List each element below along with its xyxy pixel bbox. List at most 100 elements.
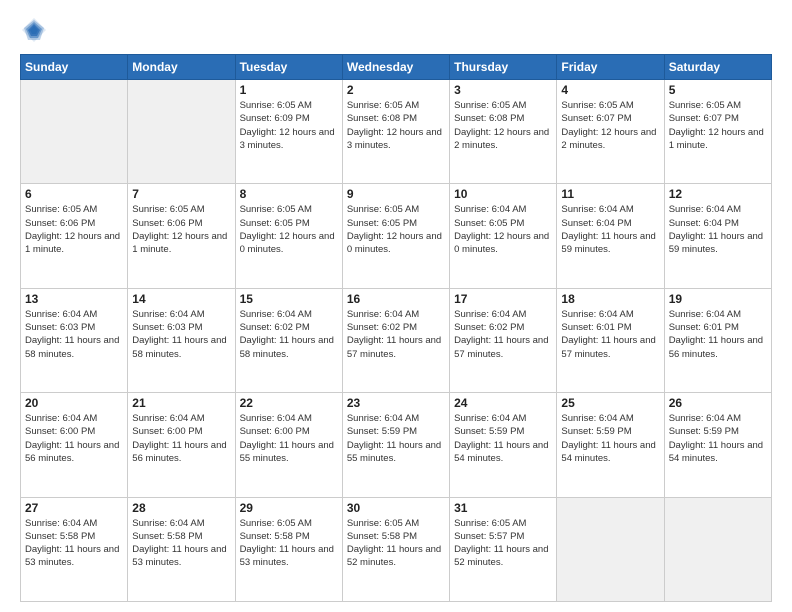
day-number: 24 — [454, 396, 552, 410]
day-info: Sunrise: 6:05 AM Sunset: 6:09 PM Dayligh… — [240, 99, 338, 152]
day-cell: 3 Sunrise: 6:05 AM Sunset: 6:08 PM Daylig… — [450, 80, 557, 184]
day-cell: 4 Sunrise: 6:05 AM Sunset: 6:07 PM Daylig… — [557, 80, 664, 184]
day-cell: 26 Sunrise: 6:04 AM Sunset: 5:59 PM Dayli… — [664, 393, 771, 497]
day-cell: 1 Sunrise: 6:05 AM Sunset: 6:09 PM Daylig… — [235, 80, 342, 184]
day-number: 14 — [132, 292, 230, 306]
day-cell: 8 Sunrise: 6:05 AM Sunset: 6:05 PM Daylig… — [235, 184, 342, 288]
day-number: 7 — [132, 187, 230, 201]
day-info: Sunrise: 6:05 AM Sunset: 5:58 PM Dayligh… — [347, 517, 445, 570]
page: SundayMondayTuesdayWednesdayThursdayFrid… — [0, 0, 792, 612]
day-info: Sunrise: 6:04 AM Sunset: 6:03 PM Dayligh… — [25, 308, 123, 361]
day-info: Sunrise: 6:04 AM Sunset: 6:04 PM Dayligh… — [669, 203, 767, 256]
day-cell: 7 Sunrise: 6:05 AM Sunset: 6:06 PM Daylig… — [128, 184, 235, 288]
day-info: Sunrise: 6:05 AM Sunset: 6:07 PM Dayligh… — [669, 99, 767, 152]
day-info: Sunrise: 6:04 AM Sunset: 6:02 PM Dayligh… — [347, 308, 445, 361]
weekday-header-tuesday: Tuesday — [235, 55, 342, 80]
day-number: 26 — [669, 396, 767, 410]
day-number: 2 — [347, 83, 445, 97]
day-info: Sunrise: 6:04 AM Sunset: 6:01 PM Dayligh… — [669, 308, 767, 361]
weekday-header-saturday: Saturday — [664, 55, 771, 80]
day-info: Sunrise: 6:05 AM Sunset: 5:57 PM Dayligh… — [454, 517, 552, 570]
day-info: Sunrise: 6:04 AM Sunset: 5:58 PM Dayligh… — [25, 517, 123, 570]
day-cell: 14 Sunrise: 6:04 AM Sunset: 6:03 PM Dayli… — [128, 288, 235, 392]
day-number: 8 — [240, 187, 338, 201]
day-info: Sunrise: 6:05 AM Sunset: 6:06 PM Dayligh… — [25, 203, 123, 256]
day-cell: 15 Sunrise: 6:04 AM Sunset: 6:02 PM Dayli… — [235, 288, 342, 392]
week-row-3: 13 Sunrise: 6:04 AM Sunset: 6:03 PM Dayli… — [21, 288, 772, 392]
day-number: 20 — [25, 396, 123, 410]
day-cell: 30 Sunrise: 6:05 AM Sunset: 5:58 PM Dayli… — [342, 497, 449, 601]
day-number: 11 — [561, 187, 659, 201]
week-row-4: 20 Sunrise: 6:04 AM Sunset: 6:00 PM Dayli… — [21, 393, 772, 497]
day-cell: 19Sunrise: 6:04 AM Sunset: 6:01 PM Dayli… — [664, 288, 771, 392]
day-info: Sunrise: 6:05 AM Sunset: 6:05 PM Dayligh… — [240, 203, 338, 256]
weekday-header-friday: Friday — [557, 55, 664, 80]
day-info: Sunrise: 6:05 AM Sunset: 5:58 PM Dayligh… — [240, 517, 338, 570]
day-number: 31 — [454, 501, 552, 515]
day-number: 13 — [25, 292, 123, 306]
day-cell: 18 Sunrise: 6:04 AM Sunset: 6:01 PM Dayli… — [557, 288, 664, 392]
day-cell — [664, 497, 771, 601]
day-number: 22 — [240, 396, 338, 410]
day-number: 4 — [561, 83, 659, 97]
day-number: 18 — [561, 292, 659, 306]
week-row-5: 27 Sunrise: 6:04 AM Sunset: 5:58 PM Dayli… — [21, 497, 772, 601]
day-info: Sunrise: 6:04 AM Sunset: 6:02 PM Dayligh… — [240, 308, 338, 361]
day-info: Sunrise: 6:04 AM Sunset: 5:59 PM Dayligh… — [454, 412, 552, 465]
day-number: 6 — [25, 187, 123, 201]
week-row-1: 1 Sunrise: 6:05 AM Sunset: 6:09 PM Daylig… — [21, 80, 772, 184]
day-cell: 24 Sunrise: 6:04 AM Sunset: 5:59 PM Dayli… — [450, 393, 557, 497]
day-number: 1 — [240, 83, 338, 97]
day-cell: 20 Sunrise: 6:04 AM Sunset: 6:00 PM Dayli… — [21, 393, 128, 497]
day-cell: 29 Sunrise: 6:05 AM Sunset: 5:58 PM Dayli… — [235, 497, 342, 601]
day-cell: 2 Sunrise: 6:05 AM Sunset: 6:08 PM Daylig… — [342, 80, 449, 184]
day-info: Sunrise: 6:05 AM Sunset: 6:07 PM Dayligh… — [561, 99, 659, 152]
day-info: Sunrise: 6:04 AM Sunset: 5:59 PM Dayligh… — [347, 412, 445, 465]
day-cell: 6 Sunrise: 6:05 AM Sunset: 6:06 PM Daylig… — [21, 184, 128, 288]
day-info: Sunrise: 6:04 AM Sunset: 5:58 PM Dayligh… — [132, 517, 230, 570]
day-number: 29 — [240, 501, 338, 515]
day-number: 15 — [240, 292, 338, 306]
day-cell — [21, 80, 128, 184]
day-info: Sunrise: 6:04 AM Sunset: 5:59 PM Dayligh… — [561, 412, 659, 465]
day-info: Sunrise: 6:04 AM Sunset: 6:03 PM Dayligh… — [132, 308, 230, 361]
day-cell: 13 Sunrise: 6:04 AM Sunset: 6:03 PM Dayli… — [21, 288, 128, 392]
day-number: 27 — [25, 501, 123, 515]
weekday-header-row: SundayMondayTuesdayWednesdayThursdayFrid… — [21, 55, 772, 80]
day-cell: 17 Sunrise: 6:04 AM Sunset: 6:02 PM Dayli… — [450, 288, 557, 392]
day-cell: 31 Sunrise: 6:05 AM Sunset: 5:57 PM Dayli… — [450, 497, 557, 601]
day-cell: 5 Sunrise: 6:05 AM Sunset: 6:07 PM Daylig… — [664, 80, 771, 184]
day-info: Sunrise: 6:05 AM Sunset: 6:08 PM Dayligh… — [454, 99, 552, 152]
day-info: Sunrise: 6:05 AM Sunset: 6:05 PM Dayligh… — [347, 203, 445, 256]
day-cell: 21Sunrise: 6:04 AM Sunset: 6:00 PM Dayli… — [128, 393, 235, 497]
day-cell: 16Sunrise: 6:04 AM Sunset: 6:02 PM Dayli… — [342, 288, 449, 392]
day-number: 5 — [669, 83, 767, 97]
day-number: 28 — [132, 501, 230, 515]
day-cell: 12 Sunrise: 6:04 AM Sunset: 6:04 PM Dayli… — [664, 184, 771, 288]
day-info: Sunrise: 6:04 AM Sunset: 6:00 PM Dayligh… — [240, 412, 338, 465]
day-info: Sunrise: 6:05 AM Sunset: 6:08 PM Dayligh… — [347, 99, 445, 152]
logo — [20, 16, 52, 44]
day-cell: 25 Sunrise: 6:04 AM Sunset: 5:59 PM Dayli… — [557, 393, 664, 497]
day-number: 30 — [347, 501, 445, 515]
day-cell: 27 Sunrise: 6:04 AM Sunset: 5:58 PM Dayli… — [21, 497, 128, 601]
day-number: 17 — [454, 292, 552, 306]
day-info: Sunrise: 6:04 AM Sunset: 6:00 PM Dayligh… — [25, 412, 123, 465]
weekday-header-monday: Monday — [128, 55, 235, 80]
day-cell: 9Sunrise: 6:05 AM Sunset: 6:05 PM Daylig… — [342, 184, 449, 288]
day-number: 23 — [347, 396, 445, 410]
week-row-2: 6 Sunrise: 6:05 AM Sunset: 6:06 PM Daylig… — [21, 184, 772, 288]
logo-icon — [20, 16, 48, 44]
day-info: Sunrise: 6:04 AM Sunset: 6:00 PM Dayligh… — [132, 412, 230, 465]
day-cell: 11Sunrise: 6:04 AM Sunset: 6:04 PM Dayli… — [557, 184, 664, 288]
day-number: 12 — [669, 187, 767, 201]
calendar-table: SundayMondayTuesdayWednesdayThursdayFrid… — [20, 54, 772, 602]
day-cell: 23 Sunrise: 6:04 AM Sunset: 5:59 PM Dayli… — [342, 393, 449, 497]
day-info: Sunrise: 6:04 AM Sunset: 6:01 PM Dayligh… — [561, 308, 659, 361]
day-number: 25 — [561, 396, 659, 410]
day-info: Sunrise: 6:05 AM Sunset: 6:06 PM Dayligh… — [132, 203, 230, 256]
day-number: 3 — [454, 83, 552, 97]
weekday-header-thursday: Thursday — [450, 55, 557, 80]
day-info: Sunrise: 6:04 AM Sunset: 6:02 PM Dayligh… — [454, 308, 552, 361]
day-info: Sunrise: 6:04 AM Sunset: 5:59 PM Dayligh… — [669, 412, 767, 465]
